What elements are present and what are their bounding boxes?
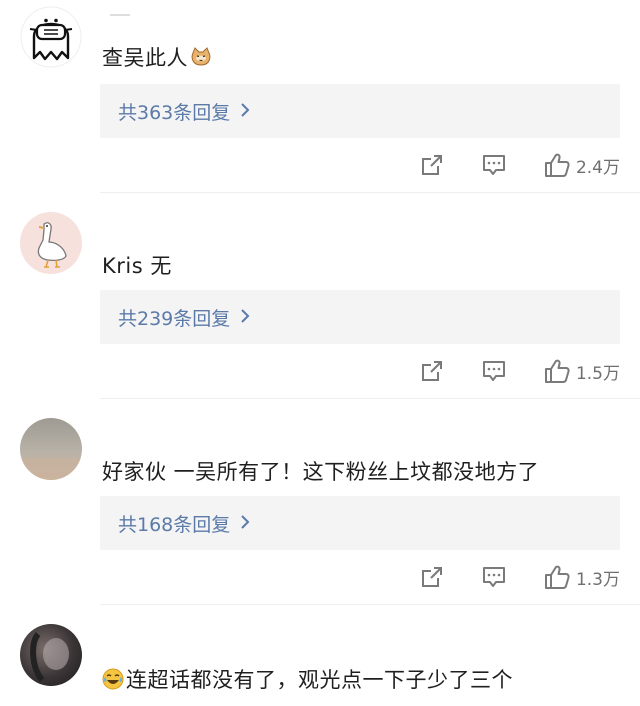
like-icon (544, 564, 570, 590)
reply-count-label: 共239条回复 (118, 308, 231, 330)
photo-avatar-icon (20, 458, 82, 480)
divider (100, 398, 640, 399)
reply-box[interactable]: 共239条回复 (100, 290, 620, 344)
avatar[interactable] (20, 418, 82, 480)
like-icon (544, 358, 570, 384)
divider (100, 604, 640, 605)
view-replies-link[interactable]: 共363条回复 (118, 98, 250, 125)
photo-avatar-icon (30, 632, 69, 682)
share-icon[interactable] (420, 153, 444, 177)
like-count: 1.3万 (575, 569, 620, 590)
avatar[interactable] (20, 624, 82, 686)
avatar[interactable] (20, 212, 82, 274)
comment-text: 连超话都没有了，观光点一下子少了三个 (102, 664, 513, 695)
chevron-right-icon (240, 513, 250, 534)
view-replies-link[interactable]: 共168条回复 (118, 510, 250, 537)
laughing-crying-face-icon (102, 668, 124, 695)
reply-box[interactable]: 共168条回复 (100, 496, 620, 550)
share-icon[interactable] (420, 565, 444, 589)
like-button[interactable]: 2.4万 (544, 152, 620, 178)
reply-box[interactable]: 共363条回复 (100, 84, 620, 138)
cat-face-icon (190, 46, 212, 73)
divider (100, 192, 640, 193)
chevron-right-icon (240, 307, 250, 328)
like-button[interactable]: 1.3万 (544, 564, 620, 590)
comment-text: Kris 无 (102, 254, 172, 278)
share-icon[interactable] (420, 359, 444, 383)
comment-icon[interactable] (482, 565, 506, 589)
like-count: 2.4万 (575, 157, 620, 178)
avatar[interactable] (20, 6, 82, 68)
like-button[interactable]: 1.5万 (544, 358, 620, 384)
like-count: 1.5万 (575, 363, 620, 384)
view-replies-link[interactable]: 共239条回复 (118, 304, 250, 331)
reply-count-label: 共168条回复 (118, 514, 231, 536)
goose-avatar-icon (20, 212, 82, 274)
top-fragment (110, 14, 130, 16)
comment-icon[interactable] (482, 153, 506, 177)
comment-text: 好家伙 一吴所有了！这下粉丝上坟都没地方了 (102, 460, 540, 484)
comment-text: 查吴此人 (102, 42, 212, 73)
masked-ghost-avatar-icon (20, 6, 82, 68)
action-bar: 2.4万 (420, 150, 620, 180)
like-icon (544, 152, 570, 178)
action-bar: 1.5万 (420, 356, 620, 386)
comment-icon[interactable] (482, 359, 506, 383)
action-bar: 1.3万 (420, 562, 620, 592)
chevron-right-icon (240, 101, 250, 122)
reply-count-label: 共363条回复 (118, 102, 231, 124)
